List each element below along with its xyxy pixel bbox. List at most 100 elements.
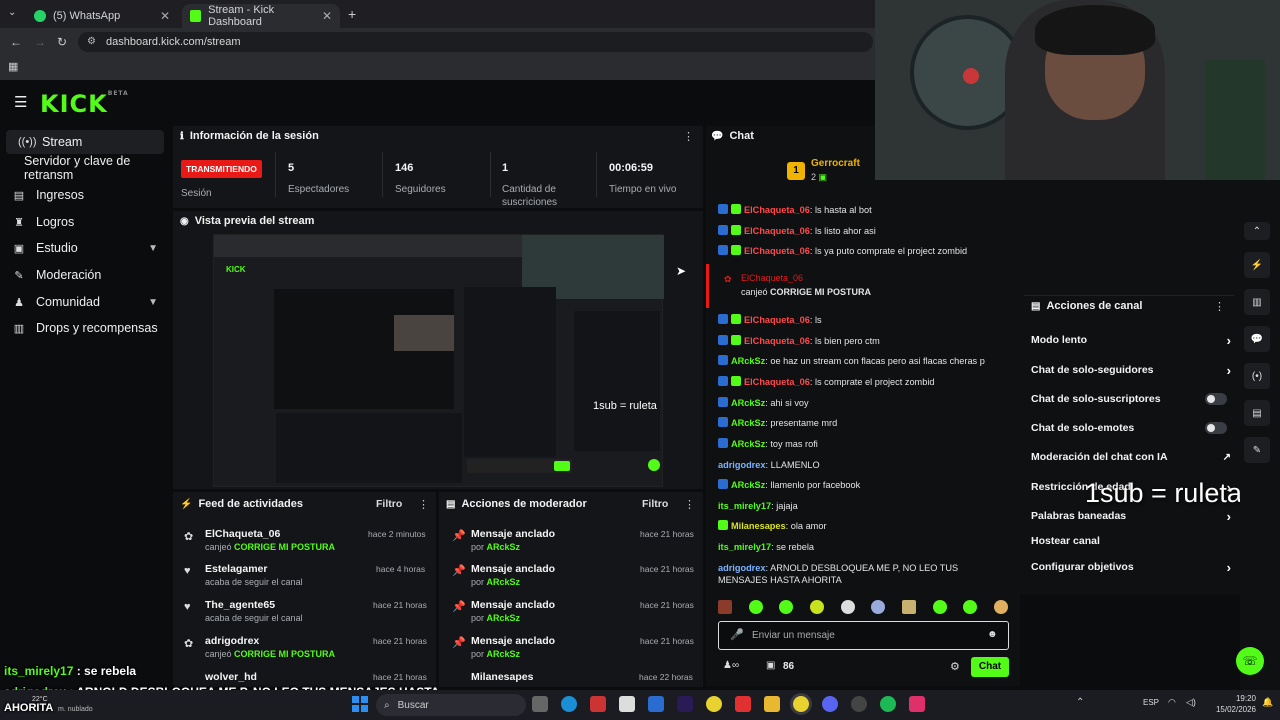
chat-username[interactable]: Milanesapes — [731, 521, 786, 531]
slow-mode-item[interactable]: Modo lento › — [1031, 332, 1231, 348]
more-options-icon[interactable]: ⋮ — [684, 498, 695, 511]
edge-icon[interactable] — [561, 696, 577, 712]
mod-filter-button[interactable]: Filtro — [642, 498, 668, 510]
kick-logo[interactable]: KICKBETA — [40, 90, 129, 118]
wifi-icon[interactable]: ◠ — [1168, 697, 1176, 708]
banned-words-item[interactable]: Palabras baneadas › — [1031, 508, 1231, 524]
clock-time[interactable]: 19:20 — [1220, 694, 1256, 703]
chat-username[interactable]: ElChaqueta_06 — [744, 377, 810, 387]
forward-icon[interactable]: → — [34, 35, 46, 49]
notifications-icon[interactable]: 🔔 — [1262, 697, 1273, 708]
activity-filter-button[interactable]: Filtro — [376, 498, 402, 510]
rail-collapse-icon[interactable]: ⌃ — [1244, 222, 1270, 240]
mod-item-title[interactable]: Mensaje anclado — [471, 563, 555, 575]
chrome-icon[interactable] — [706, 696, 722, 712]
emotes-only-item[interactable]: Chat de solo-emotes — [1031, 420, 1231, 436]
goals-item[interactable]: Configurar objetivos › — [1031, 559, 1231, 575]
gear-icon[interactable]: ⚙ — [950, 660, 960, 673]
task-view-icon[interactable] — [532, 696, 548, 712]
sidebar-item-stream[interactable]: ((•)) Stream — [6, 130, 164, 154]
broadcast-icon[interactable]: (•) — [1244, 363, 1270, 389]
obs-icon[interactable] — [851, 696, 867, 712]
points-icon[interactable]: ▣ — [766, 660, 775, 671]
app-icon[interactable] — [909, 696, 925, 712]
sidebar-item-logros[interactable]: ♜ Logros — [0, 210, 170, 234]
chat-bubble-icon[interactable]: 💬 — [1244, 326, 1270, 352]
feed-item-name[interactable]: Estelagamer — [205, 563, 267, 575]
chat-username[interactable]: adrigodrex — [718, 460, 765, 470]
emoji-icon[interactable]: ☻ — [987, 629, 998, 640]
sidebar-item-ingresos[interactable]: ▤ Ingresos — [0, 183, 170, 207]
feed-item-name[interactable]: adrigodrex — [205, 635, 259, 647]
clipboard-icon[interactable]: ▥ — [1244, 289, 1270, 315]
sidebar-item-drops[interactable]: ▥ Drops y recompensas — [0, 316, 170, 340]
close-icon[interactable]: ✕ — [160, 9, 170, 23]
clock-date[interactable]: 15/02/2026 — [1212, 705, 1256, 714]
more-options-icon[interactable]: ⋮ — [418, 498, 429, 511]
premiere-icon[interactable] — [677, 696, 693, 712]
site-info-icon[interactable]: ⚙ — [87, 36, 96, 47]
emote-bar[interactable] — [718, 600, 1008, 616]
hamburger-menu-icon[interactable]: ☰ — [14, 93, 27, 111]
sidebar-item-server-key[interactable]: Servidor y clave de retransm — [12, 154, 180, 182]
url-field[interactable]: dashboard.kick.com/stream — [78, 32, 873, 52]
chat-username[interactable]: its_mirely17 — [718, 542, 771, 552]
chat-username[interactable]: ARckSz — [731, 439, 765, 449]
feed-item-name[interactable]: The_agente65 — [205, 599, 275, 611]
chat-username[interactable]: its_mirely17 — [718, 501, 771, 511]
chat-username[interactable]: ARckSz — [731, 418, 765, 428]
list-icon[interactable]: ▤ — [1244, 400, 1270, 426]
discord-icon[interactable] — [822, 696, 838, 712]
host-channel-item[interactable]: Hostear canal — [1031, 533, 1231, 549]
chat-username[interactable]: ElChaqueta_06 — [744, 246, 810, 256]
sidebar-item-comunidad[interactable]: ♟ Comunidad ▼ — [0, 290, 170, 314]
support-chat-button[interactable]: ☏ — [1236, 647, 1264, 675]
chat-username[interactable]: ElChaqueta_06 — [744, 315, 810, 325]
chat-username[interactable]: adrigodrex — [718, 563, 765, 573]
mod-item-title[interactable]: Mensaje anclado — [471, 528, 555, 540]
ai-moderation-item[interactable]: Moderación del chat con IA ↗ — [1031, 449, 1231, 465]
subs-only-toggle[interactable] — [1205, 393, 1227, 405]
chevron-up-icon[interactable]: ⌃ — [1076, 697, 1084, 708]
tab-menu-icon[interactable]: ⌄ — [8, 7, 16, 18]
todo-icon[interactable] — [648, 696, 664, 712]
app-icon[interactable] — [590, 696, 606, 712]
feed-item-name[interactable]: wolver_hd — [205, 671, 257, 683]
reload-icon[interactable]: ↻ — [57, 35, 67, 49]
mod-item-title[interactable]: Mensaje anclado — [471, 635, 555, 647]
community-icon[interactable]: ♟∞ — [723, 660, 739, 671]
wrench-icon[interactable]: ✎ — [1244, 437, 1270, 463]
chat-username[interactable]: ARckSz — [731, 480, 765, 490]
apps-grid-icon[interactable]: ▦ — [8, 60, 18, 73]
stream-preview-video[interactable]: KICK — [213, 234, 664, 487]
tab-whatsapp[interactable]: (5) WhatsApp ✕ — [26, 4, 178, 28]
chrome-icon[interactable] — [793, 696, 809, 712]
mod-item-title[interactable]: Mensaje anclado — [471, 599, 555, 611]
store-icon[interactable] — [619, 696, 635, 712]
chat-username[interactable]: ARckSz — [731, 356, 765, 366]
folder-icon[interactable] — [764, 696, 780, 712]
feed-item-name[interactable]: ElChaqueta_06 — [205, 528, 280, 540]
sidebar-item-moderacion[interactable]: ✎ Moderación — [0, 263, 170, 287]
more-options-icon[interactable]: ⋮ — [683, 130, 694, 143]
chat-username[interactable]: ARckSz — [731, 398, 765, 408]
volume-icon[interactable]: ◁) — [1186, 697, 1196, 708]
taskbar-search[interactable]: ⌕ Buscar — [376, 694, 526, 716]
tab-kick-dashboard[interactable]: Stream - Kick Dashboard ✕ — [182, 4, 340, 28]
language-indicator[interactable]: ESP — [1143, 698, 1159, 707]
more-options-icon[interactable]: ⋮ — [1214, 300, 1225, 313]
back-icon[interactable]: ← — [10, 35, 22, 49]
mic-icon[interactable]: 🎤 — [730, 628, 744, 641]
followers-only-item[interactable]: Chat de solo-seguidores › — [1031, 362, 1231, 378]
chat-username[interactable]: ElChaqueta_06 — [744, 205, 810, 215]
chat-send-button[interactable]: Chat — [971, 657, 1009, 677]
app-icon[interactable] — [735, 696, 751, 712]
windows-start-icon[interactable] — [352, 696, 368, 712]
chat-username[interactable]: ElChaqueta_06 — [744, 336, 810, 346]
new-tab-icon[interactable]: + — [348, 6, 356, 22]
spotify-icon[interactable] — [880, 696, 896, 712]
close-icon[interactable]: ✕ — [322, 9, 332, 23]
subs-only-item[interactable]: Chat de solo-suscriptores — [1031, 391, 1231, 407]
sidebar-item-estudio[interactable]: ▣ Estudio ▼ — [0, 236, 170, 260]
gifter-name[interactable]: Gerrocraft — [811, 158, 860, 169]
